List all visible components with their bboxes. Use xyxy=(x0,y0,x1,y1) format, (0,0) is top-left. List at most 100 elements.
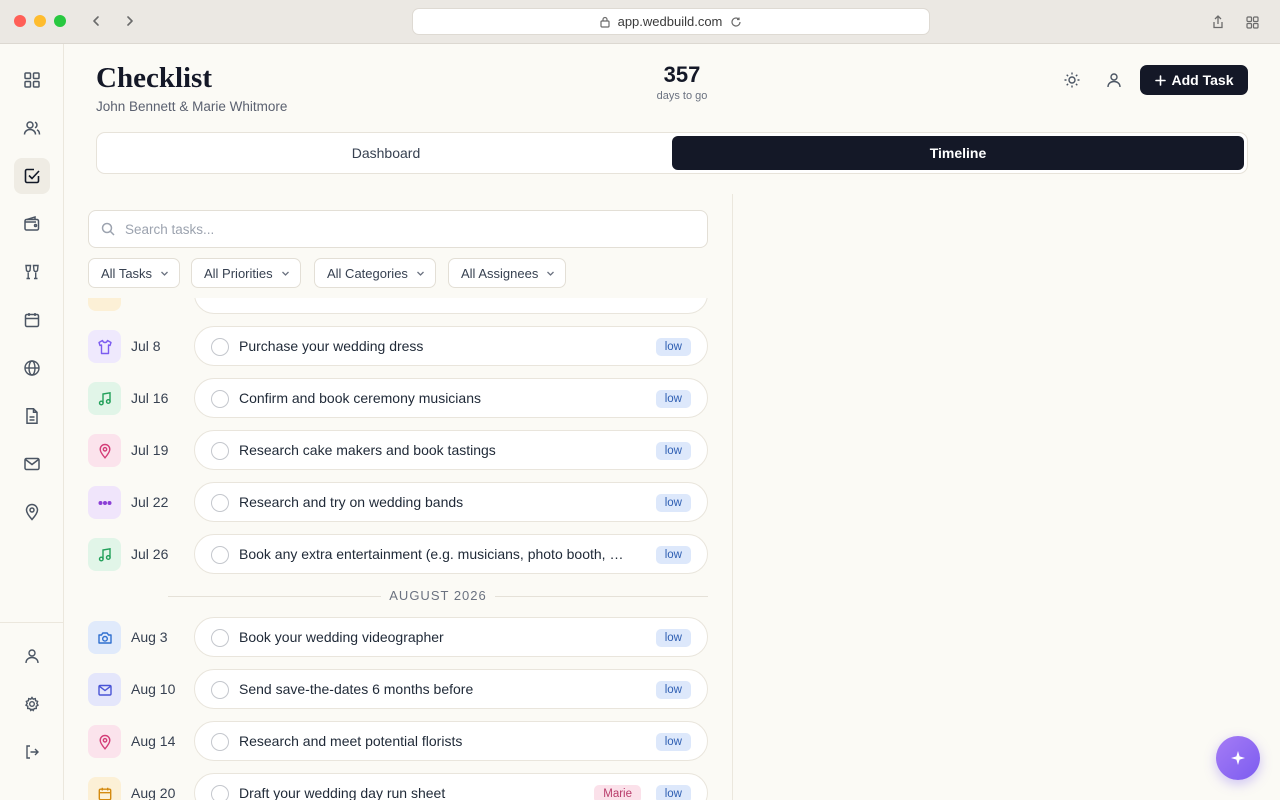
account-button[interactable] xyxy=(1102,68,1126,92)
task-card[interactable]: Confirm and book ceremony musicians low xyxy=(194,378,708,418)
browser-chrome: app.wedbuild.com xyxy=(0,0,1280,44)
task-date: Aug 10 xyxy=(131,681,176,697)
add-task-label: Add Task xyxy=(1171,72,1234,88)
priority-badge: low xyxy=(655,733,691,751)
music-icon xyxy=(98,547,111,561)
task-card[interactable]: Book your wedding videographer low xyxy=(194,617,708,657)
sidebar-item-settings[interactable] xyxy=(14,686,50,722)
task-checkbox[interactable] xyxy=(211,629,229,647)
sidebar-item-messages[interactable] xyxy=(14,446,50,482)
task-card[interactable] xyxy=(194,298,708,314)
table-row: Jul 16 Confirm and book ceremony musicia… xyxy=(88,378,708,418)
ai-assistant-button[interactable] xyxy=(1216,736,1260,780)
table-row: Aug 10 Send save-the-dates 6 months befo… xyxy=(88,669,708,709)
task-title: Research and meet potential florists xyxy=(239,733,463,749)
checklist-icon xyxy=(24,168,40,184)
url-text: app.wedbuild.com xyxy=(617,14,723,29)
category-badge xyxy=(88,673,121,706)
sidebar-divider xyxy=(0,622,64,623)
sidebar-item-website[interactable] xyxy=(14,350,50,386)
calendar-icon xyxy=(24,313,40,328)
sidebar-item-guests[interactable] xyxy=(14,110,50,146)
filter-categories-dropdown[interactable]: All Categories xyxy=(314,258,436,288)
chevron-left-icon xyxy=(93,16,99,26)
table-row xyxy=(88,298,708,314)
task-checkbox[interactable] xyxy=(211,681,229,699)
search-input[interactable] xyxy=(125,221,685,237)
sidebar-item-logout[interactable] xyxy=(14,734,50,770)
tab-timeline[interactable]: Timeline xyxy=(672,136,1244,170)
task-checkbox[interactable] xyxy=(211,546,229,564)
more-icon xyxy=(98,500,111,505)
view-tabs: Dashboard Timeline xyxy=(96,132,1248,174)
task-date: Jul 26 xyxy=(131,546,169,562)
task-title: Book any extra entertainment (e.g. music… xyxy=(239,546,634,562)
chevron-down-icon xyxy=(547,271,555,276)
filter-priorities-dropdown[interactable]: All Priorities xyxy=(191,258,301,288)
task-card[interactable]: Book any extra entertainment (e.g. music… xyxy=(194,534,708,574)
task-checkbox[interactable] xyxy=(211,442,229,460)
sidebar-item-venues[interactable] xyxy=(14,494,50,530)
reload-icon[interactable] xyxy=(730,16,742,28)
maximize-window-button[interactable] xyxy=(54,15,66,27)
category-badge xyxy=(88,382,121,415)
task-checkbox[interactable] xyxy=(211,733,229,751)
sidebar-item-calendar[interactable] xyxy=(14,302,50,338)
document-icon xyxy=(26,408,38,424)
task-card[interactable]: Research and meet potential florists low xyxy=(194,721,708,761)
sidebar-item-vendors[interactable] xyxy=(14,254,50,290)
sidebar-item-dashboard[interactable] xyxy=(14,62,50,98)
table-row: Jul 22 Research and try on wedding bands… xyxy=(88,482,708,522)
task-card[interactable]: Draft your wedding day run sheet Marie l… xyxy=(194,773,708,800)
add-task-button[interactable]: Add Task xyxy=(1140,65,1248,95)
panel-divider xyxy=(732,194,733,800)
close-window-button[interactable] xyxy=(14,15,26,27)
filter-assignees-dropdown[interactable]: All Assignees xyxy=(448,258,567,288)
sidebar-item-budget[interactable] xyxy=(14,206,50,242)
sparkle-icon xyxy=(1231,751,1245,765)
sidebar-item-checklist[interactable] xyxy=(14,158,50,194)
table-row: Jul 8 Purchase your wedding dress low xyxy=(88,326,708,366)
grid-icon xyxy=(1245,15,1259,29)
back-button[interactable] xyxy=(86,11,106,31)
month-separator-label-wrap: AUGUST 2026 xyxy=(168,588,708,603)
priority-badge: low xyxy=(655,785,691,800)
task-checkbox[interactable] xyxy=(211,785,229,800)
sun-icon xyxy=(1064,72,1080,88)
category-badge xyxy=(88,621,121,654)
category-badge xyxy=(88,538,121,571)
task-date: Jul 19 xyxy=(131,442,169,458)
forward-button[interactable] xyxy=(120,11,140,31)
gear-icon xyxy=(25,696,39,712)
task-checkbox[interactable] xyxy=(211,338,229,356)
task-checkbox[interactable] xyxy=(211,494,229,512)
filter-priorities-label: All Priorities xyxy=(204,265,273,281)
task-card[interactable]: Research cake makers and book tastings l… xyxy=(194,430,708,470)
sidebar-item-profile[interactable] xyxy=(14,638,50,674)
lock-icon xyxy=(599,16,610,28)
task-card[interactable]: Research and try on wedding bands low xyxy=(194,482,708,522)
map-pin-icon xyxy=(98,734,111,750)
share-button[interactable] xyxy=(1208,12,1228,32)
address-bar[interactable]: app.wedbuild.com xyxy=(412,8,930,35)
task-card[interactable]: Send save-the-dates 6 months before low xyxy=(194,669,708,709)
task-card[interactable]: Purchase your wedding dress low xyxy=(194,326,708,366)
countdown-value: 357 xyxy=(663,62,701,87)
tab-overview-button[interactable] xyxy=(1242,12,1262,32)
map-pin-icon xyxy=(25,503,39,521)
dashboard-icon xyxy=(24,72,40,88)
task-checkbox[interactable] xyxy=(211,390,229,408)
filter-tasks-dropdown[interactable]: All Tasks xyxy=(88,258,181,288)
users-icon xyxy=(23,121,41,135)
search-box xyxy=(88,210,708,248)
priority-badge: low xyxy=(655,390,691,408)
theme-toggle-button[interactable] xyxy=(1060,68,1084,92)
priority-badge: low xyxy=(655,338,691,356)
minimize-window-button[interactable] xyxy=(34,15,46,27)
share-icon xyxy=(1213,15,1223,29)
countdown: 357 days to go xyxy=(632,62,732,102)
countdown-label: days to go xyxy=(656,90,708,102)
task-timeline-list: Jul 8 Purchase your wedding dress low Ju… xyxy=(88,298,708,800)
sidebar-item-documents[interactable] xyxy=(14,398,50,434)
tab-dashboard[interactable]: Dashboard xyxy=(101,136,671,170)
